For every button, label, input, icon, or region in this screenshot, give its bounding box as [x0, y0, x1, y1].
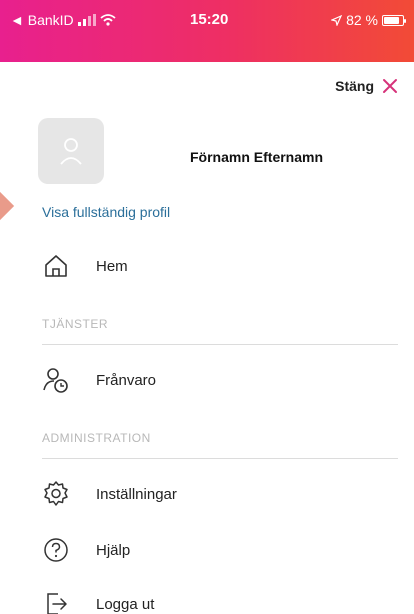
close-label: Stäng	[335, 78, 374, 94]
location-icon	[331, 14, 343, 26]
signal-icon	[77, 14, 96, 26]
menu-item-settings[interactable]: Inställningar	[42, 478, 177, 510]
home-icon	[42, 252, 70, 280]
status-time: 15:20	[190, 11, 229, 28]
status-bar: ◄ BankID 15:20 82 %	[0, 0, 414, 62]
menu-item-absence[interactable]: Frånvaro	[42, 364, 156, 396]
menu-item-label: Hjälp	[96, 541, 131, 559]
menu-item-logout[interactable]: Logga ut	[42, 588, 154, 614]
side-marker	[0, 191, 15, 221]
status-right: 82 %	[331, 12, 406, 28]
wifi-icon	[100, 14, 116, 26]
divider	[42, 458, 398, 459]
menu-item-home[interactable]: Hem	[42, 250, 128, 282]
close-icon	[383, 79, 397, 93]
gear-icon	[42, 480, 70, 508]
help-icon	[42, 536, 70, 564]
menu-item-label: Logga ut	[96, 595, 155, 613]
user-icon	[60, 138, 82, 165]
divider	[42, 344, 398, 345]
menu-item-help[interactable]: Hjälp	[42, 534, 130, 566]
battery-icon	[382, 14, 406, 26]
close-button[interactable]: Stäng	[335, 78, 398, 94]
battery-percent: 82 %	[346, 12, 378, 28]
menu-item-label: Frånvaro	[96, 371, 157, 389]
user-name: Förnamn Efternamn	[190, 149, 324, 165]
absence-icon	[42, 366, 70, 394]
menu-item-label: Hem	[96, 257, 128, 275]
section-title-administration: ADMINISTRATION	[42, 431, 151, 445]
avatar[interactable]	[38, 118, 104, 184]
view-full-profile-link[interactable]: Visa fullständig profil	[42, 204, 170, 220]
logout-icon	[42, 590, 70, 614]
back-to-app-link[interactable]: ◄ BankID	[10, 12, 74, 28]
menu-item-label: Inställningar	[96, 485, 177, 503]
status-left: ◄ BankID	[10, 12, 116, 28]
section-title-services: TJÄNSTER	[42, 317, 109, 331]
